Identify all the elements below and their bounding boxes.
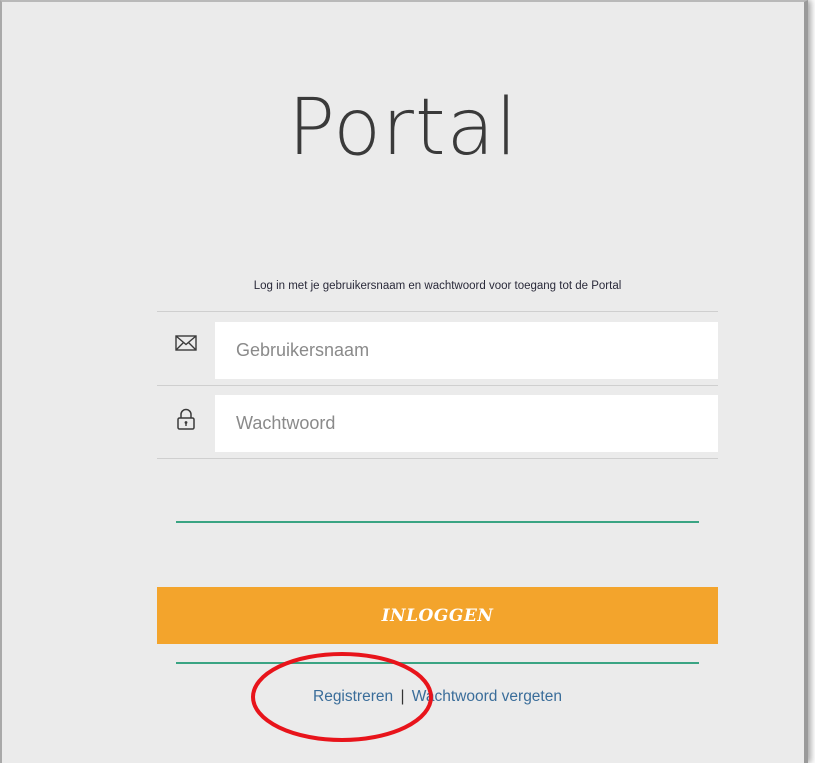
divider [157,311,718,312]
username-input[interactable] [215,322,718,379]
footer-links: Registreren | Wachtwoord vergeten [157,688,718,706]
password-field [157,395,718,452]
login-page: Portal Log in met je gebruikersnaam en w… [0,0,808,763]
envelope-icon [157,322,215,379]
page-title: Portal [287,83,519,173]
password-input[interactable] [215,395,718,452]
forgot-password-link[interactable]: Wachtwoord vergeten [412,688,562,705]
link-separator: | [400,688,405,705]
lock-icon [157,395,215,452]
divider-green [176,521,699,523]
login-button[interactable]: INLOGGEN [157,587,718,644]
divider [157,385,718,386]
username-field [157,322,718,379]
register-link[interactable]: Registreren [313,688,393,705]
divider-green [176,662,699,664]
divider [157,458,718,459]
login-instructions: Log in met je gebruikersnaam en wachtwoo… [253,280,622,292]
